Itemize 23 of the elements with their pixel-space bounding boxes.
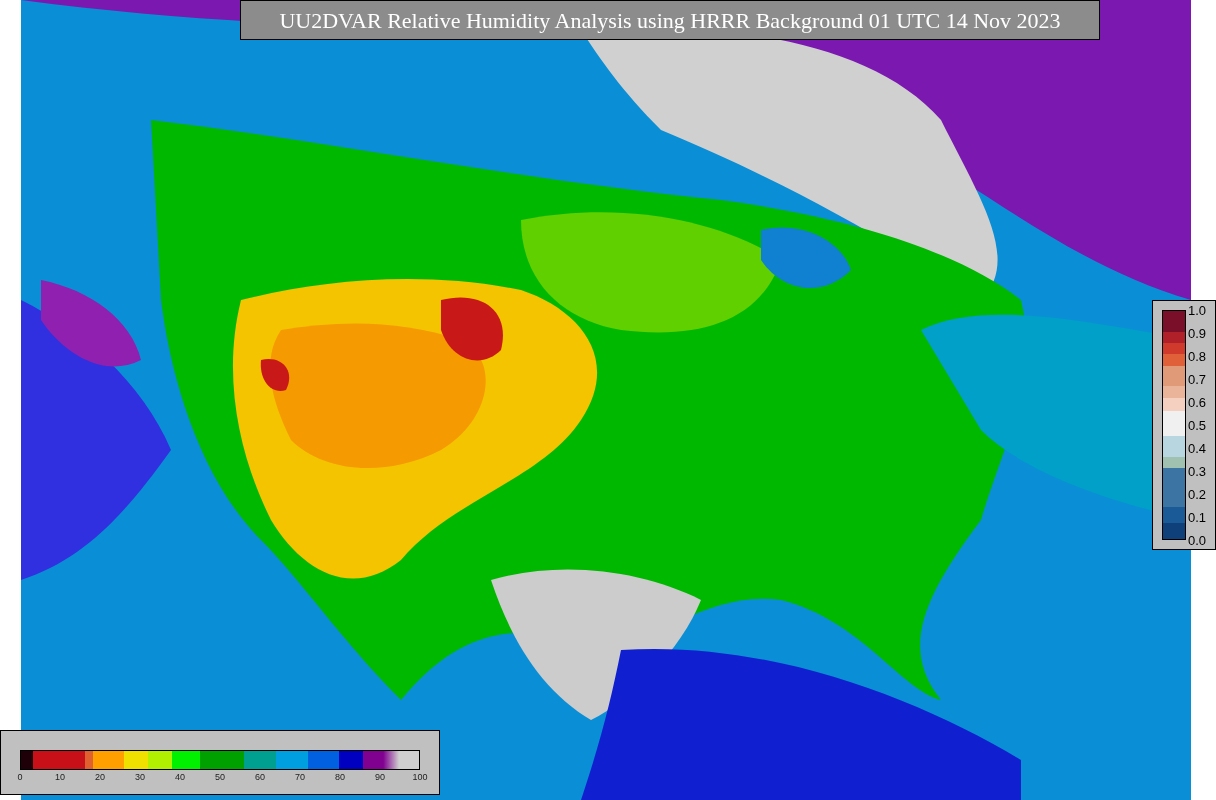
tick-label: 70 [295,773,305,782]
tick-label: 100 [412,773,428,782]
tick-label: 0.8 [1188,349,1207,363]
tick-label: 30 [135,773,145,782]
tick-label: 0.0 [1188,533,1207,547]
tick-label: 0.7 [1188,372,1207,386]
map-title: UU2DVAR Relative Humidity Analysis using HRRR Background 01 UTC 14 Nov 2023 [240,0,1100,40]
tick-label: 80 [335,773,345,782]
tick-label: 0.9 [1188,326,1207,340]
tick-label: 0.1 [1188,510,1207,524]
tick-label: 20 [95,773,105,782]
tick-label: 0 [17,773,23,782]
tick-label: 0.4 [1188,441,1207,455]
tick-label: 0.5 [1188,418,1207,432]
tick-label: 50 [215,773,225,782]
tick-label: 60 [255,773,265,782]
tick-label: 40 [175,773,185,782]
tick-label: 1.0 [1188,303,1207,317]
tick-label: 0.3 [1188,464,1207,478]
tick-label: 0.2 [1188,487,1207,501]
tick-label: 90 [375,773,385,782]
tick-label: 0.6 [1188,395,1207,409]
tick-label: 10 [55,773,65,782]
